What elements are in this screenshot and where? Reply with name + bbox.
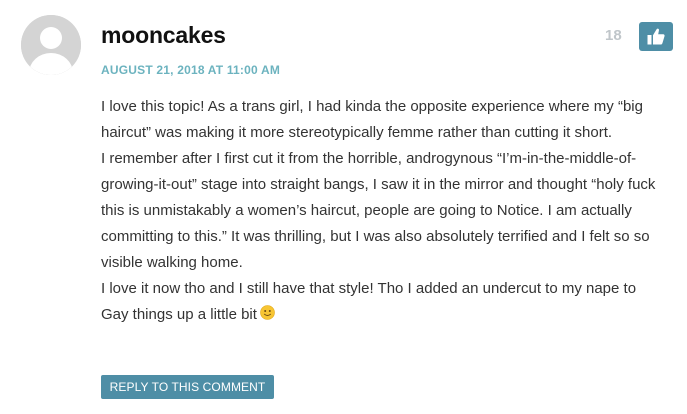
comment-date[interactable]: AUGUST 21, 2018 AT 11:00 AM	[101, 63, 280, 77]
default-avatar-icon	[21, 15, 81, 75]
reply-button[interactable]: REPLY TO THIS COMMENT	[101, 375, 274, 399]
slightly-smiling-face-icon	[260, 303, 275, 320]
comment-paragraph: I love it now tho and I still have that …	[101, 276, 661, 328]
comment: mooncakes AUGUST 21, 2018 AT 11:00 AM 18…	[0, 0, 687, 414]
vote-count: 18	[605, 27, 622, 44]
comment-author[interactable]: mooncakes	[101, 22, 226, 49]
thumbs-up-icon	[647, 28, 665, 45]
avatar	[21, 15, 81, 75]
comment-paragraph: I love this topic! As a trans girl, I ha…	[101, 98, 643, 141]
comment-paragraph: I remember after I first cut it from the…	[101, 146, 661, 276]
comment-paragraph-text: I love it now tho and I still have that …	[101, 280, 637, 323]
comment-body: I love this topic! As a trans girl, I ha…	[101, 94, 661, 328]
like-button[interactable]	[639, 22, 673, 51]
comment-paragraph-text: I remember after I first cut it from the…	[101, 150, 656, 271]
